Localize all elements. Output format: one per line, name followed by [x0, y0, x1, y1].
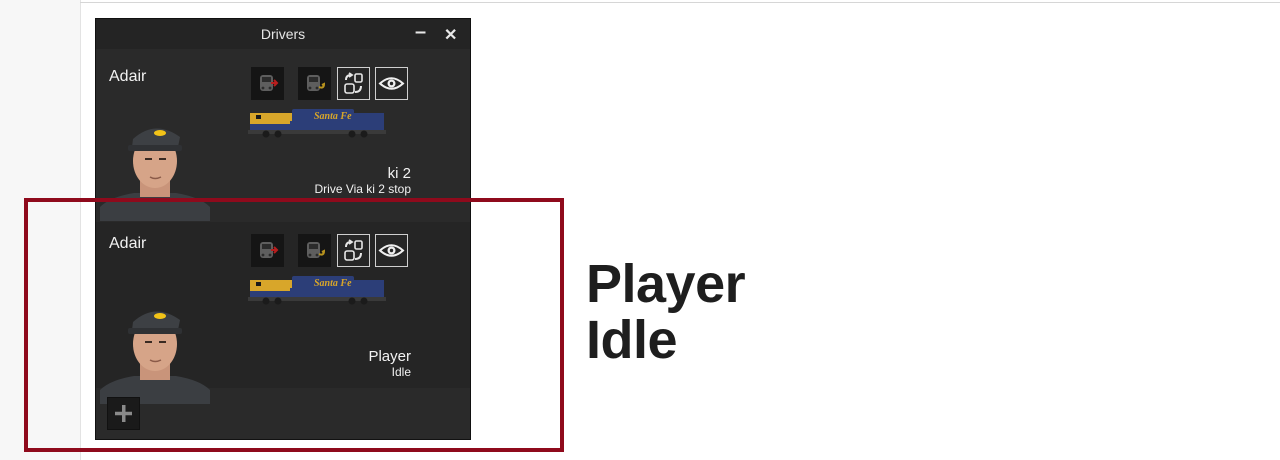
close-button[interactable]: ✕ [444, 25, 457, 45]
minimize-button[interactable]: – [415, 21, 426, 44]
highlight-frame [24, 198, 564, 452]
title-bar[interactable]: Drivers – ✕ [96, 19, 470, 49]
train-remove-icon[interactable] [251, 67, 284, 100]
loco-livery-text: Santa Fe [314, 111, 352, 122]
eye-icon[interactable] [375, 67, 408, 100]
driver-name: Adair [109, 68, 147, 85]
page-divider [80, 2, 1280, 3]
driver-status-primary: ki 2 [387, 165, 411, 182]
callout-line2: Idle [586, 310, 678, 370]
driver-card[interactable]: Adair [96, 55, 470, 221]
train-couple-icon[interactable] [298, 67, 331, 100]
swap-control-icon[interactable] [337, 67, 370, 100]
window-title: Drivers [260, 26, 306, 42]
driver-status-secondary: Drive Via ki 2 stop [314, 182, 412, 196]
status-callout: Player Idle [586, 254, 746, 370]
callout-line1: Player [586, 254, 746, 314]
locomotive-image: Santa Fe [246, 105, 388, 144]
